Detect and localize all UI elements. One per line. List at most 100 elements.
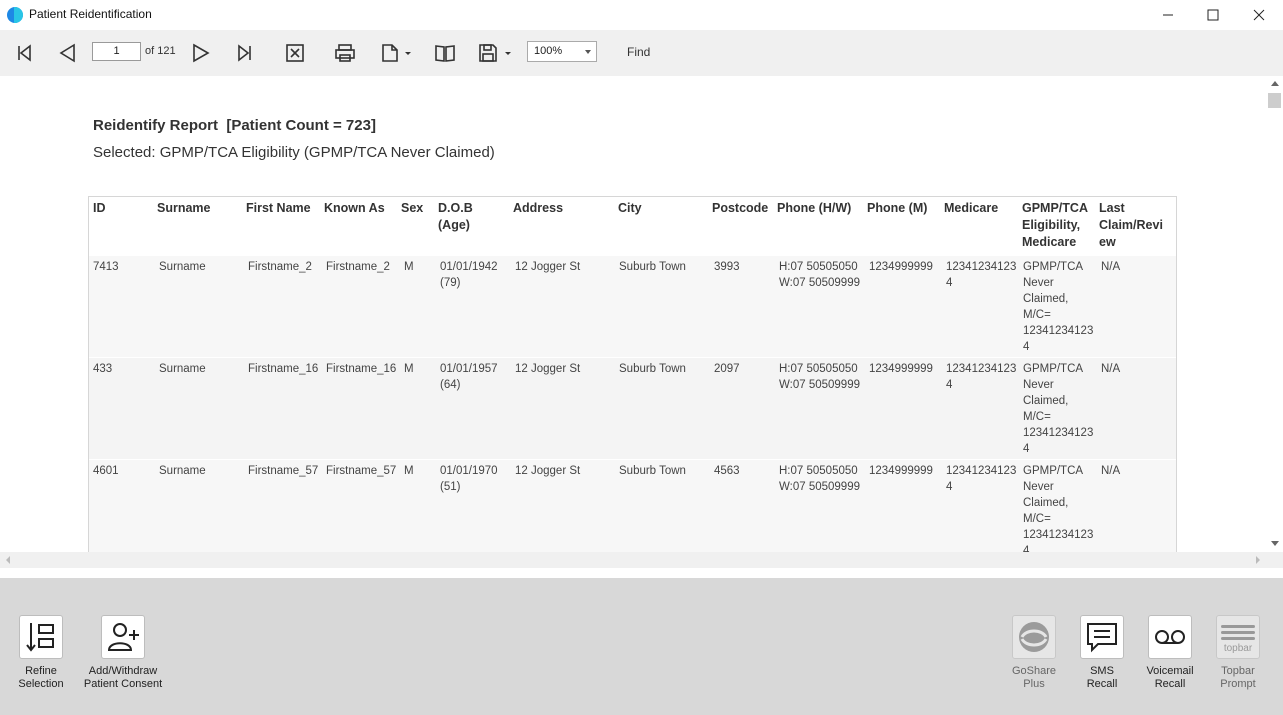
previous-page-icon <box>59 43 75 63</box>
report-subtitle: Selected: GPMP/TCA Eligibility (GPMP/TCA… <box>93 144 495 161</box>
page-setup-button[interactable] <box>376 39 404 67</box>
add-withdraw-consent-button[interactable]: Add/Withdraw Patient Consent <box>83 615 163 691</box>
minimize-button[interactable] <box>1145 0 1191 30</box>
cell-eligibility: GPMP/TCA Never Claimed, M/C= 12341234123… <box>1023 465 1094 552</box>
cell-known-as: Firstname_57 <box>326 465 397 477</box>
last-page-button[interactable] <box>231 39 259 67</box>
cell-id: 4601 <box>93 465 119 477</box>
voicemail-icon-box <box>1148 615 1192 659</box>
horizontal-scrollbar[interactable] <box>0 552 1266 568</box>
topbar-logo-text: topbar <box>1224 643 1253 654</box>
goshare-logo-icon <box>1019 622 1049 652</box>
column-header: Address <box>513 201 564 215</box>
printer-icon <box>335 44 355 62</box>
cell-city: Suburb Town <box>619 261 686 273</box>
report-viewer: Reidentify Report [Patient Count = 723] … <box>0 76 1266 552</box>
table-row[interactable]: 7413 Surname Firstname_2 Firstname_2 M 0… <box>89 255 1176 357</box>
cell-known-as: Firstname_16 <box>326 363 397 375</box>
cell-surname: Surname <box>159 465 206 477</box>
maximize-button[interactable] <box>1190 0 1236 30</box>
page-setup-dropdown-icon[interactable] <box>405 52 411 55</box>
zoom-select[interactable]: 100% <box>527 41 597 62</box>
add-user-icon <box>107 623 139 651</box>
vertical-scrollbar[interactable] <box>1266 76 1283 552</box>
scroll-down-icon[interactable] <box>1271 541 1279 546</box>
close-report-button[interactable] <box>281 39 309 67</box>
table-row[interactable]: 4601 Surname Firstname_57 Firstname_57 M… <box>89 459 1176 552</box>
cell-first-name: Firstname_2 <box>248 261 312 273</box>
voicemail-recall-button[interactable]: Voicemail Recall <box>1144 615 1196 691</box>
title-bar: Patient Reidentification <box>0 0 1283 30</box>
goshare-icon-box <box>1012 615 1056 659</box>
cell-id: 7413 <box>93 261 119 273</box>
cell-postcode: 4563 <box>714 465 740 477</box>
column-header: Known As <box>324 201 385 215</box>
save-disk-icon <box>479 44 497 62</box>
column-header: Surname <box>157 201 211 215</box>
topbar-icon-box: topbar <box>1216 615 1260 659</box>
scroll-thumb[interactable] <box>1268 93 1281 108</box>
export-dropdown-icon[interactable] <box>505 52 511 55</box>
consent-icon-box <box>101 615 145 659</box>
column-header: GPMP/TCA Eligibility, Medicare <box>1022 201 1088 249</box>
column-header: Phone (M) <box>867 201 928 215</box>
cell-sex: M <box>404 465 414 477</box>
page-setup-icon <box>382 44 398 62</box>
cell-phone-hw: H:07 50505050 W:07 50509999 <box>779 465 860 493</box>
refine-selection-button[interactable]: Refine Selection <box>15 615 67 691</box>
column-header: Medicare <box>944 201 999 215</box>
print-button[interactable] <box>331 39 359 67</box>
topbar-logo-icon: topbar <box>1221 625 1255 654</box>
refine-selection-icon <box>26 623 54 652</box>
cell-medicare: 12341234123 4 <box>946 261 1017 289</box>
scrollbar-corner <box>1266 552 1283 568</box>
column-header: City <box>618 201 642 215</box>
sms-icon-box <box>1080 615 1124 659</box>
topbar-label: Topbar Prompt <box>1220 665 1256 690</box>
topbar-prompt-button[interactable]: topbar Topbar Prompt <box>1212 615 1264 691</box>
table-row[interactable]: 433 Surname Firstname_16 Firstname_16 M … <box>89 357 1176 459</box>
cell-address: 12 Jogger St <box>515 363 581 375</box>
first-page-icon <box>18 44 31 62</box>
last-page-icon <box>238 44 251 62</box>
cell-known-as: Firstname_2 <box>326 261 390 273</box>
column-header: Phone (H/W) <box>777 201 852 215</box>
consent-label: Add/Withdraw Patient Consent <box>83 665 163 690</box>
table-header: ID Surname First Name Known As Sex D.O.B… <box>89 197 1176 255</box>
action-panel: Refine Selection Add/Withdraw Patient Co… <box>0 578 1283 715</box>
cell-dob: 01/01/1957 (64) <box>440 363 498 391</box>
voicemail-label: Voicemail Recall <box>1146 665 1194 690</box>
report-toolbar: 1 of 121 100% Find <box>0 30 1283 76</box>
page-count-label: of 121 <box>145 45 176 57</box>
sms-recall-button[interactable]: SMS Recall <box>1076 615 1128 691</box>
cell-phone-m: 1234999999 <box>869 465 933 477</box>
previous-page-button[interactable] <box>53 39 81 67</box>
column-header: Postcode <box>712 201 769 215</box>
cell-last-claim: N/A <box>1101 465 1121 477</box>
maximize-icon <box>1207 9 1219 21</box>
next-page-icon <box>193 43 210 63</box>
cell-phone-hw: H:07 50505050 W:07 50509999 <box>779 363 860 391</box>
export-button[interactable] <box>474 39 502 67</box>
scroll-up-icon[interactable] <box>1271 81 1279 86</box>
sms-label: SMS Recall <box>1086 665 1118 690</box>
cell-phone-hw: H:07 50505050 W:07 50509999 <box>779 261 860 289</box>
report-table: ID Surname First Name Known As Sex D.O.B… <box>88 196 1177 552</box>
first-page-button[interactable] <box>10 39 38 67</box>
goshare-plus-button[interactable]: GoShare Plus <box>1008 615 1060 691</box>
scroll-right-icon[interactable] <box>1256 556 1260 564</box>
find-link[interactable]: Find <box>627 45 650 59</box>
scroll-left-icon[interactable] <box>6 556 10 564</box>
close-icon <box>1253 9 1265 21</box>
close-report-icon <box>286 44 304 62</box>
cell-medicare: 12341234123 4 <box>946 363 1017 391</box>
page-layout-button[interactable] <box>431 39 459 67</box>
app-logo-icon <box>7 7 23 23</box>
minimize-icon <box>1163 14 1173 16</box>
next-page-button[interactable] <box>187 39 215 67</box>
cell-address: 12 Jogger St <box>515 261 581 273</box>
goshare-label: GoShare Plus <box>1011 665 1057 690</box>
close-window-button[interactable] <box>1236 0 1282 30</box>
cell-surname: Surname <box>159 261 206 273</box>
page-number-input[interactable]: 1 <box>92 42 141 61</box>
